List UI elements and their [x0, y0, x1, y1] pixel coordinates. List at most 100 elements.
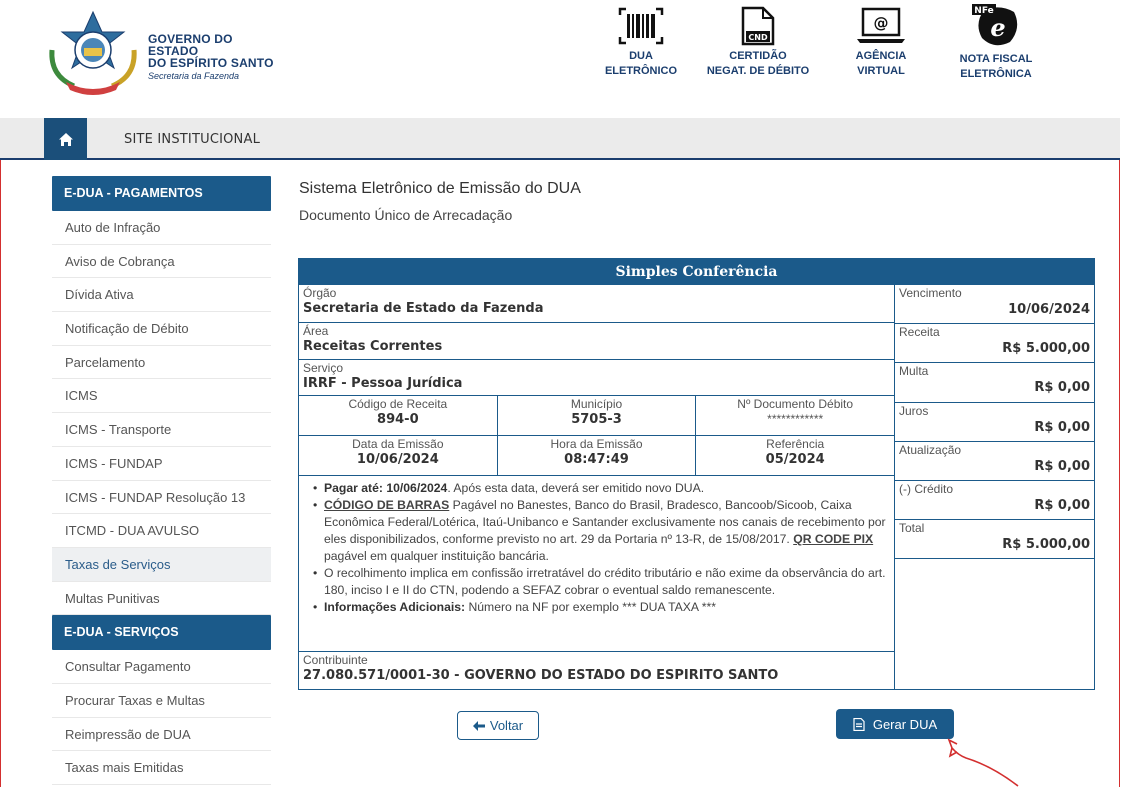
org-name-line2: DO ESPÍRITO SANTO — [148, 56, 274, 70]
dua-label2: ELETRÔNICO — [604, 65, 678, 77]
multa-cell: Multa R$ 0,00 — [895, 363, 1094, 403]
home-button[interactable] — [44, 118, 87, 160]
contribuinte-label: Contribuinte — [303, 653, 368, 667]
credito-cell: (-) Crédito R$ 0,00 — [895, 481, 1094, 521]
agencia-label1: AGÊNCIA — [855, 50, 907, 62]
juros-cell: Juros R$ 0,00 — [895, 403, 1094, 442]
multa-value: R$ 0,00 — [1034, 380, 1090, 396]
area-label: Área — [303, 324, 329, 338]
certidao-link[interactable]: CND CERTIDÃO NEGAT. DE DÉBITO — [702, 6, 814, 79]
state-logo[interactable]: GOVERNO DO ESTADO DO ESPÍRITO SANTO Secr… — [44, 10, 274, 95]
area-value: Receitas Correntes — [303, 339, 443, 354]
codigo-value: 894-0 — [377, 412, 419, 427]
ndoc-label: Nº Documento Débito — [737, 397, 854, 411]
codes-row: Código de Receita 894-0 Município 5705-3… — [299, 396, 894, 436]
total-label: Total — [899, 521, 925, 536]
sidebar-item-multas-punitivas[interactable]: Multas Punitivas — [52, 581, 271, 616]
page-title: Sistema Eletrônico de Emissão do DUA — [299, 180, 581, 197]
orgao-value: Secretaria de Estado da Fazenda — [303, 301, 544, 316]
file-icon — [853, 717, 865, 731]
contribuinte-value: 27.080.571/0001-30 - GOVERNO DO ESTADO D… — [303, 668, 779, 683]
dua-eletronico-link[interactable]: DUA ELETRÔNICO — [601, 6, 681, 79]
sidebar-item-icms[interactable]: ICMS — [52, 379, 271, 414]
contribuinte-cell: Contribuinte 27.080.571/0001-30 - GOVERN… — [299, 652, 894, 689]
municipio-label: Município — [570, 397, 623, 411]
certidao-label1: CERTIDÃO — [729, 50, 787, 62]
multa-label: Multa — [899, 364, 929, 379]
agencia-label2: VIRTUAL — [857, 65, 905, 77]
emissao-value: 10/06/2024 — [356, 452, 439, 467]
document-icon: CND — [702, 6, 814, 46]
credito-label: (-) Crédito — [899, 481, 954, 496]
values-column: Vencimento 10/06/2024 Receita R$ 5.000,0… — [895, 285, 1094, 689]
credito-value: R$ 0,00 — [1034, 497, 1090, 513]
cnd-badge: CND — [748, 33, 768, 42]
sidebar-item-consultar-pagamento[interactable]: Consultar Pagamento — [52, 650, 271, 684]
hora-label: Hora da Emissão — [550, 437, 643, 451]
ndoc-value: ************ — [767, 412, 824, 426]
referencia-label: Referência — [766, 437, 825, 451]
juros-value: R$ 0,00 — [1034, 419, 1090, 435]
nfe-label1: NOTA FISCAL — [959, 53, 1033, 65]
sidebar-item-icms-fundap[interactable]: ICMS - FUNDAP — [52, 446, 271, 481]
org-name-line1: GOVERNO DO ESTADO — [148, 32, 233, 58]
sidebar-item-reimpressao[interactable]: Reimpressão de DUA — [52, 717, 271, 752]
total-value: R$ 5.000,00 — [1002, 537, 1090, 553]
instructions-notes: Pagar até: 10/06/2024. Após esta data, d… — [299, 476, 894, 652]
site-header: GOVERNO DO ESTADO DO ESPÍRITO SANTO Secr… — [0, 0, 1120, 118]
sidebar-item-parcelamento[interactable]: Parcelamento — [52, 345, 271, 380]
sidebar-item-procurar-taxas[interactable]: Procurar Taxas e Multas — [52, 683, 271, 718]
gerar-dua-button[interactable]: Gerar DUA — [836, 709, 954, 739]
conferencia-heading: Simples Conferência — [299, 259, 1094, 285]
servico-cell: Serviço IRRF - Pessoa Jurídica — [299, 360, 894, 396]
vencimento-label: Vencimento — [899, 286, 962, 300]
coat-of-arms-icon — [49, 10, 137, 95]
sidebar-item-divida-ativa[interactable]: Dívida Ativa — [52, 278, 271, 313]
org-department: Secretaria da Fazenda — [148, 71, 240, 81]
sidebar-item-icms-transporte[interactable]: ICMS - Transporte — [52, 413, 271, 447]
svg-text:e: e — [990, 13, 1005, 42]
receita-cell: Receita R$ 5.000,00 — [895, 324, 1094, 364]
sidebar-item-icms-fundap-13[interactable]: ICMS - FUNDAP Resolução 13 — [52, 480, 271, 515]
home-icon — [58, 132, 73, 146]
nfe-badge: NFe — [974, 6, 993, 16]
nfe-label2: ELETRÔNICA — [960, 68, 1032, 80]
sidebar-item-notificacao-debito[interactable]: Notificação de Débito — [52, 312, 271, 346]
codigo-label: Código de Receita — [348, 397, 448, 411]
sidebar-item-aviso-cobranca[interactable]: Aviso de Cobrança — [52, 244, 271, 279]
note-codigo-barras: CÓDIGO DE BARRAS Pagável no Banestes, Ba… — [313, 497, 886, 565]
certidao-label2: NEGAT. DE DÉBITO — [706, 65, 810, 77]
voltar-label: Voltar — [489, 718, 524, 733]
dua-label1: DUA — [629, 50, 653, 62]
nota-fiscal-link[interactable]: e NFe NOTA FISCAL ELETRÔNICA — [946, 4, 1046, 82]
servico-label: Serviço — [303, 361, 344, 375]
sidebar-item-taxas-servicos[interactable]: Taxas de Serviços — [52, 547, 271, 582]
sidebar-item-itcmd[interactable]: ITCMD - DUA AVULSO — [52, 514, 271, 548]
juros-label: Juros — [899, 403, 929, 418]
main-content: Sistema Eletrônico de Emissão do DUA Doc… — [299, 180, 1099, 223]
area-cell: Área Receitas Correntes — [299, 323, 894, 360]
agencia-virtual-link[interactable]: @ AGÊNCIA VIRTUAL — [842, 6, 920, 79]
note-pagar-ate: Pagar até: 10/06/2024. Após esta data, d… — [313, 480, 886, 497]
page-subtitle: Documento Único de Arrecadação — [299, 207, 513, 223]
atualizacao-cell: Atualização R$ 0,00 — [895, 442, 1094, 481]
sidebar: E-DUA - PAGAMENTOS Auto de Infração Avis… — [52, 176, 271, 785]
receita-value: R$ 5.000,00 — [1002, 341, 1090, 357]
site-institucional-link[interactable]: SITE INSTITUCIONAL — [124, 132, 260, 147]
voltar-button[interactable]: Voltar — [457, 711, 539, 740]
servico-value: IRRF - Pessoa Jurídica — [303, 376, 463, 391]
conferencia-table: Simples Conferência Órgão Secretaria de … — [298, 258, 1095, 690]
qr-code-pix-link: QR CODE PIX — [793, 532, 874, 546]
barcode-icon — [601, 6, 681, 46]
sidebar-item-taxas-emitidas[interactable]: Taxas mais Emitidas — [52, 751, 271, 785]
dates-row: Data da Emissão 10/06/2024 Hora da Emiss… — [299, 436, 894, 476]
receita-label: Receita — [899, 325, 940, 340]
nfe-icon: e NFe — [946, 4, 1046, 46]
note-informacoes: Informações Adicionais: Número na NF por… — [313, 599, 886, 616]
sidebar-item-auto-infracao[interactable]: Auto de Infração — [52, 211, 271, 245]
emissao-label: Data da Emissão — [352, 437, 444, 451]
svg-text:@: @ — [874, 14, 889, 32]
arrow-left-icon — [472, 720, 485, 731]
referencia-value: 05/2024 — [765, 452, 825, 467]
laptop-at-icon: @ — [842, 6, 920, 46]
